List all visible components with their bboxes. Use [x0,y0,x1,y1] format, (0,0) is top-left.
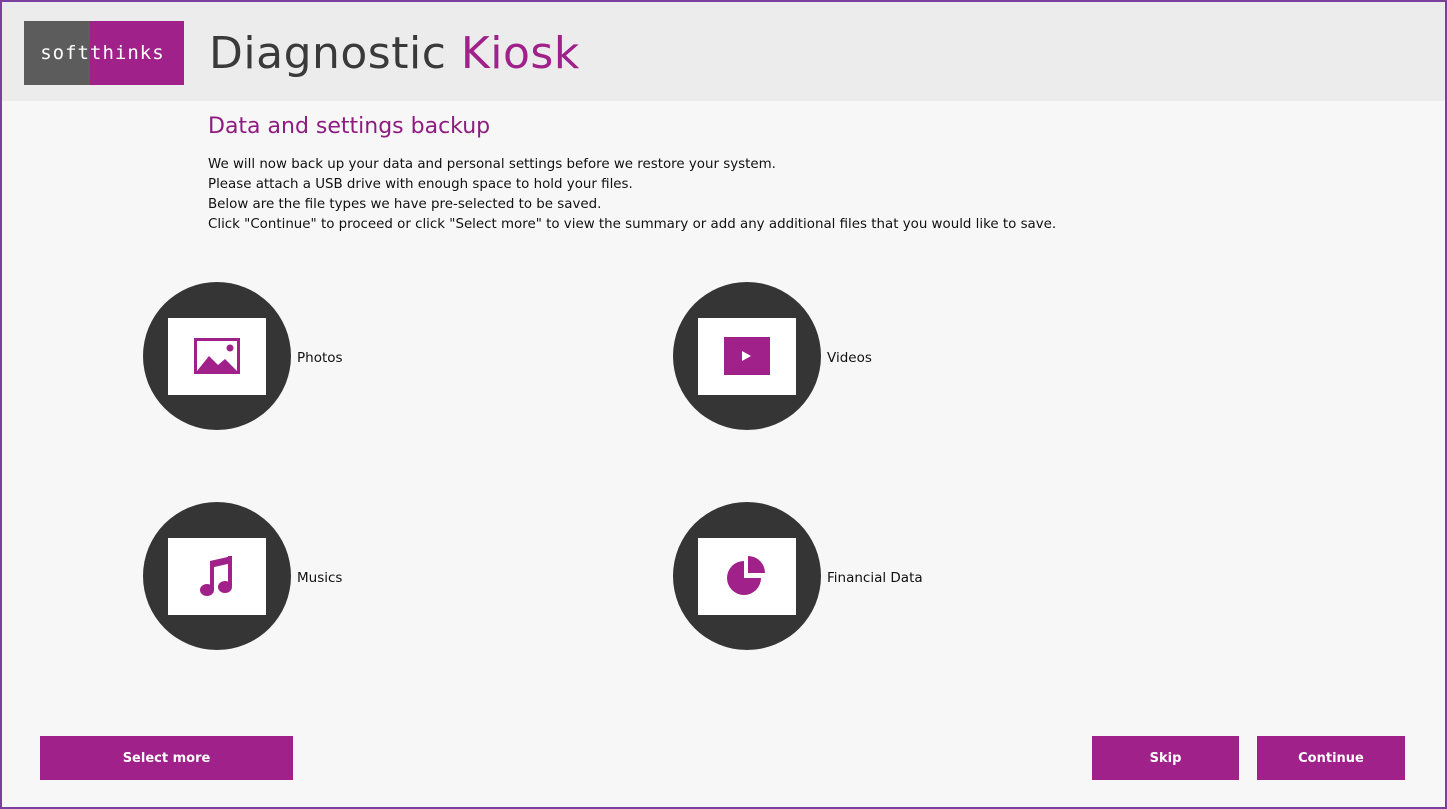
photos-circle [143,282,291,430]
musics-card [168,537,266,615]
intro-line: Please attach a USB drive with enough sp… [208,177,633,192]
select-more-button[interactable]: Select more [40,736,293,780]
app-title-accent: Kiosk [460,28,580,79]
page-title: Data and settings backup [208,114,491,139]
app-title: Diagnostic Kiosk [209,28,580,79]
header: soft thinks Diagnostic Kiosk [2,2,1445,101]
skip-button[interactable]: Skip [1092,736,1239,780]
intro-line: Click "Continue" to proceed or click "Se… [208,217,1057,232]
intro-line: We will now back up your data and person… [208,157,776,172]
intro-line: Below are the file types we have pre-sel… [208,197,602,212]
image-icon [194,338,240,374]
file-type-videos[interactable]: Videos [673,282,872,430]
logo-right: thinks [90,21,184,85]
photos-label: Photos [297,350,343,366]
intro-text: We will now back up your data and person… [208,155,1056,235]
videos-circle [673,282,821,430]
financial-data-label: Financial Data [827,570,923,586]
file-type-photos[interactable]: Photos [143,282,343,430]
logo: soft thinks [24,21,184,85]
musics-circle [143,502,291,650]
file-type-financial-data[interactable]: Financial Data [673,502,923,650]
videos-label: Videos [827,350,872,366]
logo-left: soft [24,21,90,85]
app-title-main: Diagnostic [209,28,447,79]
financial-circle [673,502,821,650]
continue-button[interactable]: Continue [1257,736,1405,780]
videos-card [698,317,796,395]
pie-chart-icon [727,556,765,595]
music-note-icon [200,556,232,596]
play-icon [724,337,770,375]
musics-label: Musics [297,570,343,586]
file-type-musics[interactable]: Musics [143,502,342,650]
financial-card [698,537,796,615]
photos-card [168,317,266,395]
